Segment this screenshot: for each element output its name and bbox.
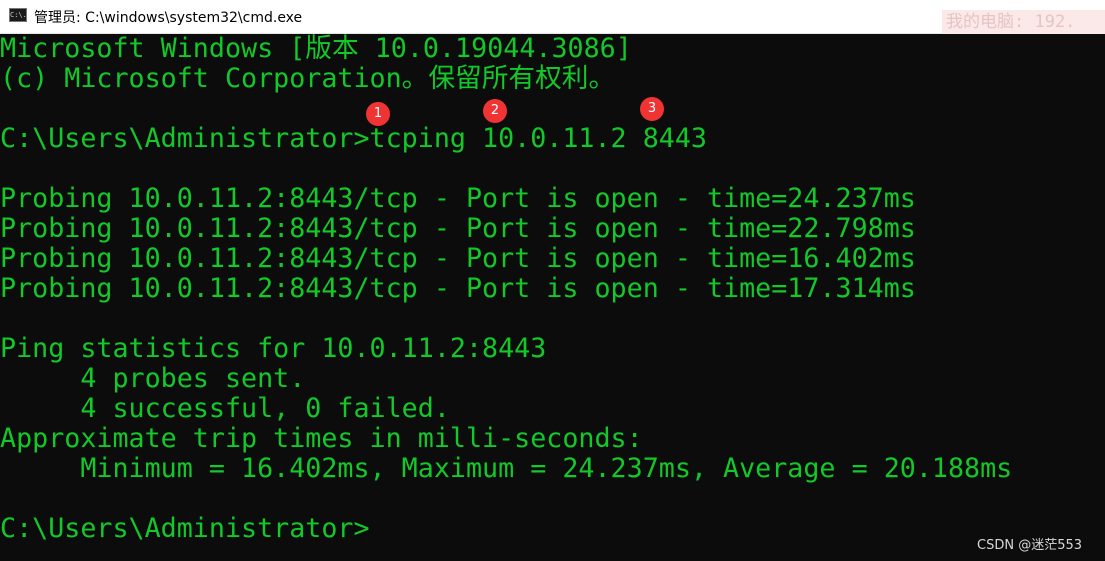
title-bar: C:\. 管理员: C:\windows\system32\cmd.exe (0, 0, 1105, 34)
watermark: 我的电脑: 192. (942, 10, 1105, 34)
cmd-icon: C:\. (9, 8, 27, 22)
prompt-line[interactable]: C:\Users\Administrator> (0, 514, 370, 544)
csdn-watermark: CSDN @迷茫553 (977, 538, 1083, 553)
console-line: (c) Microsoft Corporation。保留所有权利。 (0, 63, 616, 94)
probe-result-line: Probing 10.0.11.2:8443/tcp - Port is ope… (0, 243, 916, 274)
watermark-text: 我的电脑: 192. (946, 12, 1076, 32)
probe-result-line: Probing 10.0.11.2:8443/tcp - Port is ope… (0, 183, 916, 214)
window-title: 管理员: C:\windows\system32\cmd.exe (34, 10, 303, 26)
console-output[interactable]: Microsoft Windows [版本 10.0.19044.3086] (… (0, 34, 1105, 561)
probe-result-line: Probing 10.0.11.2:8443/tcp - Port is ope… (0, 273, 916, 304)
console-line: Microsoft Windows [版本 10.0.19044.3086] (0, 34, 632, 64)
stats-line: 4 successful, 0 failed. (0, 393, 450, 424)
stats-line: Ping statistics for 10.0.11.2:8443 (0, 333, 547, 364)
stats-line: 4 probes sent. (0, 363, 306, 394)
stats-line: Approximate trip times in milli-seconds: (0, 423, 643, 454)
command-line: C:\Users\Administrator>tcping 10.0.11.2 … (0, 123, 707, 154)
annotation-marker-2: 2 (483, 99, 507, 123)
stats-line: Minimum = 16.402ms, Maximum = 24.237ms, … (0, 453, 1013, 484)
probe-result-line: Probing 10.0.11.2:8443/tcp - Port is ope… (0, 213, 916, 244)
annotation-marker-1: 1 (366, 102, 390, 126)
annotation-marker-3: 3 (640, 97, 664, 121)
